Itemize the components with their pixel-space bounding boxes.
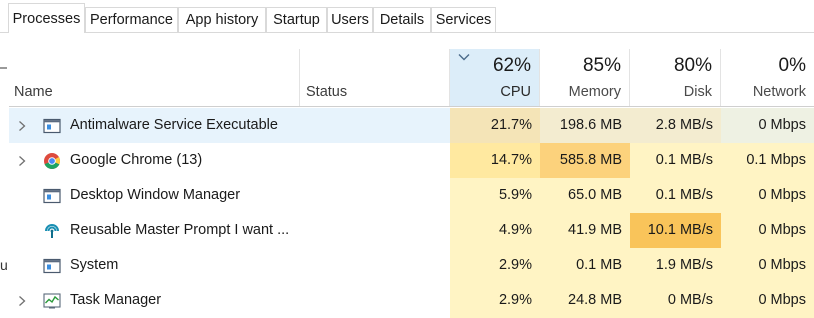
chrome-icon [43, 152, 61, 170]
memory-cell: 41.9 MB [540, 213, 630, 248]
column-header-disk[interactable]: 80% Disk [630, 49, 721, 106]
left-edge-glyph: u [0, 257, 8, 273]
process-list: Antimalware Service Executable 21.7% 198.6… [9, 108, 814, 318]
expand-chevron-icon[interactable] [17, 119, 27, 131]
process-row[interactable]: Google Chrome (13) 14.7% 585.8 MB 0.1 MB/s 0… [9, 143, 814, 178]
disk-cell: 0 MB/s [630, 283, 721, 318]
process-name: Reusable Master Prompt I want ... [70, 222, 290, 238]
process-name: Antimalware Service Executable [70, 117, 278, 133]
process-row[interactable]: System 2.9% 0.1 MB 1.9 MB/s 0 Mbps [9, 248, 814, 283]
memory-label: Memory [568, 84, 621, 100]
disk-cell: 10.1 MB/s [630, 213, 721, 248]
cpu-total: 62% [492, 55, 531, 76]
cpu-cell: 2.9% [450, 283, 540, 318]
tab-users[interactable]: Users [327, 7, 373, 32]
network-cell: 0 Mbps [721, 248, 814, 283]
memory-cell: 24.8 MB [540, 283, 630, 318]
column-name-label: Name [14, 84, 53, 100]
column-header-memory[interactable]: 85% Memory [540, 49, 630, 106]
tab-services[interactable]: Services [431, 7, 496, 32]
cpu-cell: 21.7% [450, 108, 540, 143]
process-name: Desktop Window Manager [70, 187, 241, 203]
memory-total: 85% [582, 55, 621, 76]
disk-cell: 1.9 MB/s [630, 248, 721, 283]
column-status-label: Status [306, 84, 348, 100]
column-header-network[interactable]: 0% Network [721, 49, 814, 106]
app-window-icon [43, 117, 61, 135]
left-edge-divider [0, 67, 7, 69]
process-row[interactable]: Antimalware Service Executable 21.7% 198.6… [9, 108, 814, 143]
signal-icon [43, 222, 61, 240]
disk-cell: 2.8 MB/s [630, 108, 721, 143]
process-row[interactable]: Task Manager 2.9% 24.8 MB 0 MB/s 0 Mbps [9, 283, 814, 318]
memory-cell: 198.6 MB [540, 108, 630, 143]
disk-label: Disk [683, 84, 712, 100]
column-header: Name Status 62% CPU 85% Memory 80% Disk … [9, 49, 814, 107]
disk-cell: 0.1 MB/s [630, 143, 721, 178]
disk-total: 80% [673, 55, 712, 76]
process-name: Google Chrome (13) [70, 152, 203, 168]
memory-cell: 585.8 MB [540, 143, 630, 178]
memory-cell: 65.0 MB [540, 178, 630, 213]
cpu-cell: 4.9% [450, 213, 540, 248]
network-total: 0% [778, 55, 806, 76]
app-window-icon [43, 257, 61, 275]
cpu-cell: 14.7% [450, 143, 540, 178]
tab-startup[interactable]: Startup [266, 7, 327, 32]
task-manager-icon [43, 292, 61, 310]
network-cell: 0 Mbps [721, 213, 814, 248]
disk-cell: 0.1 MB/s [630, 178, 721, 213]
tab-app-history[interactable]: App history [178, 7, 266, 32]
network-label: Network [752, 84, 806, 100]
cpu-label: CPU [500, 84, 531, 100]
process-name: Task Manager [70, 292, 162, 308]
app-window-icon [43, 187, 61, 205]
network-cell: 0.1 Mbps [721, 143, 814, 178]
column-header-name[interactable]: Name [9, 49, 300, 106]
tab-performance[interactable]: Performance [85, 7, 178, 32]
tab-strip: Processes Performance App history Startu… [0, 0, 814, 33]
expand-chevron-icon[interactable] [17, 154, 27, 166]
cpu-cell: 5.9% [450, 178, 540, 213]
cpu-cell: 2.9% [450, 248, 540, 283]
tab-details[interactable]: Details [373, 7, 431, 32]
memory-cell: 0.1 MB [540, 248, 630, 283]
tab-processes[interactable]: Processes [8, 3, 85, 33]
network-cell: 0 Mbps [721, 283, 814, 318]
column-header-cpu[interactable]: 62% CPU [450, 49, 540, 106]
process-row[interactable]: Reusable Master Prompt I want ... 4.9% 41.… [9, 213, 814, 248]
expand-chevron-icon[interactable] [17, 294, 27, 306]
column-header-status[interactable]: Status [300, 49, 450, 106]
network-cell: 0 Mbps [721, 108, 814, 143]
chevron-down-icon [458, 54, 470, 61]
process-name: System [70, 257, 119, 273]
network-cell: 0 Mbps [721, 178, 814, 213]
process-row[interactable]: Desktop Window Manager 5.9% 65.0 MB 0.1 MB/… [9, 178, 814, 213]
